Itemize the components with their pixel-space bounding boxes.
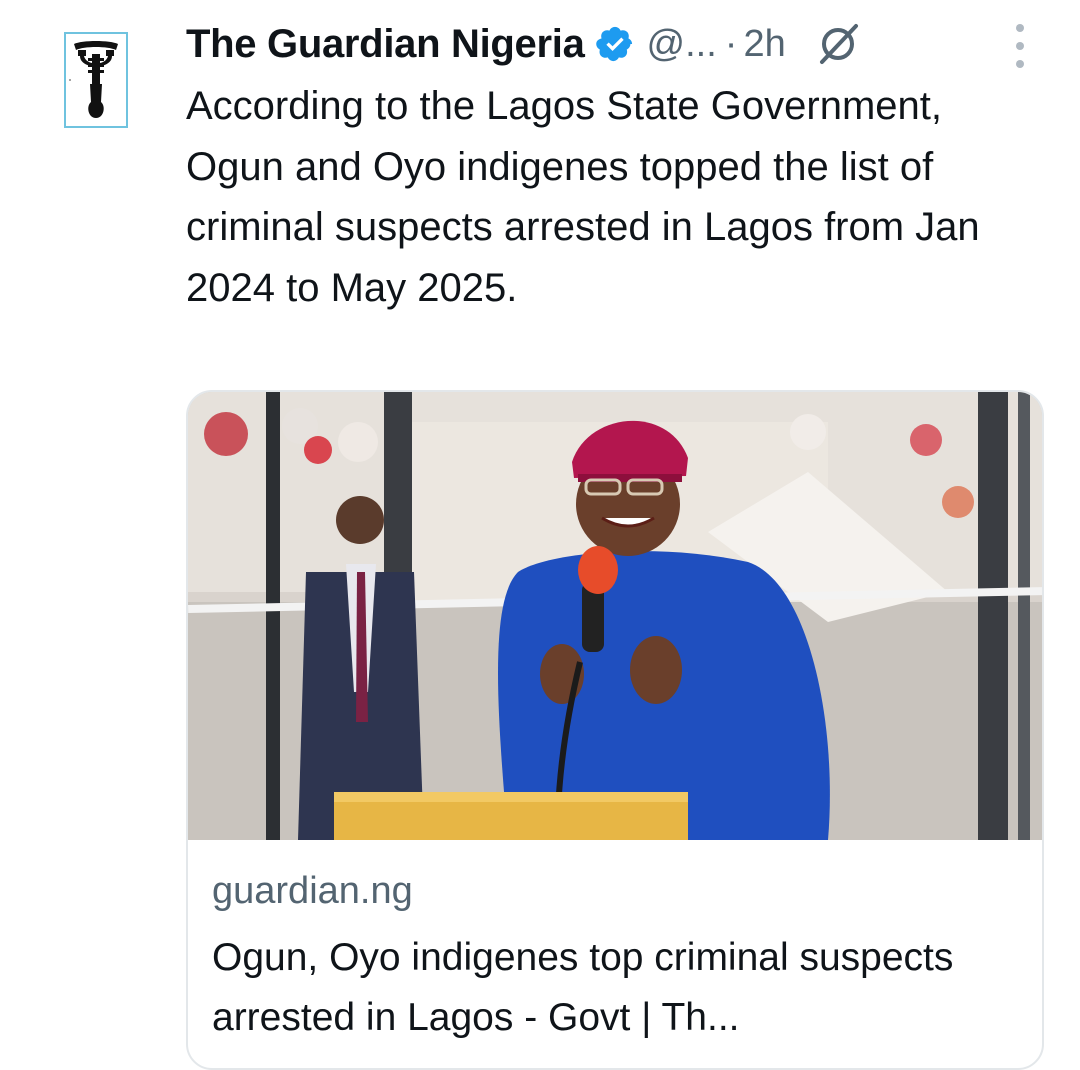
user-handle[interactable]: @...: [647, 23, 717, 66]
card-image[interactable]: [188, 392, 1042, 840]
separator-dot: ·: [724, 22, 738, 65]
avatar[interactable]: [64, 32, 128, 128]
more-dot: [1016, 24, 1024, 32]
guardian-logo-icon: [69, 41, 118, 118]
more-dot: [1016, 60, 1024, 68]
verified-badge-icon: [595, 24, 635, 64]
link-card[interactable]: guardian.ng Ogun, Oyo indigenes top crim…: [186, 390, 1044, 1070]
grok-icon[interactable]: [814, 20, 862, 68]
tweet-text: According to the Lagos State Government,…: [186, 84, 980, 310]
card-title[interactable]: Ogun, Oyo indigenes top criminal suspect…: [212, 928, 1024, 1048]
more-dot: [1016, 42, 1024, 50]
timestamp[interactable]: 2h: [743, 23, 785, 66]
more-options-icon[interactable]: [1006, 24, 1034, 68]
card-domain: guardian.ng: [212, 870, 413, 912]
tweet-header: The Guardian Nigeria @... · 2h: [186, 14, 1046, 74]
display-name[interactable]: The Guardian Nigeria: [186, 22, 585, 67]
